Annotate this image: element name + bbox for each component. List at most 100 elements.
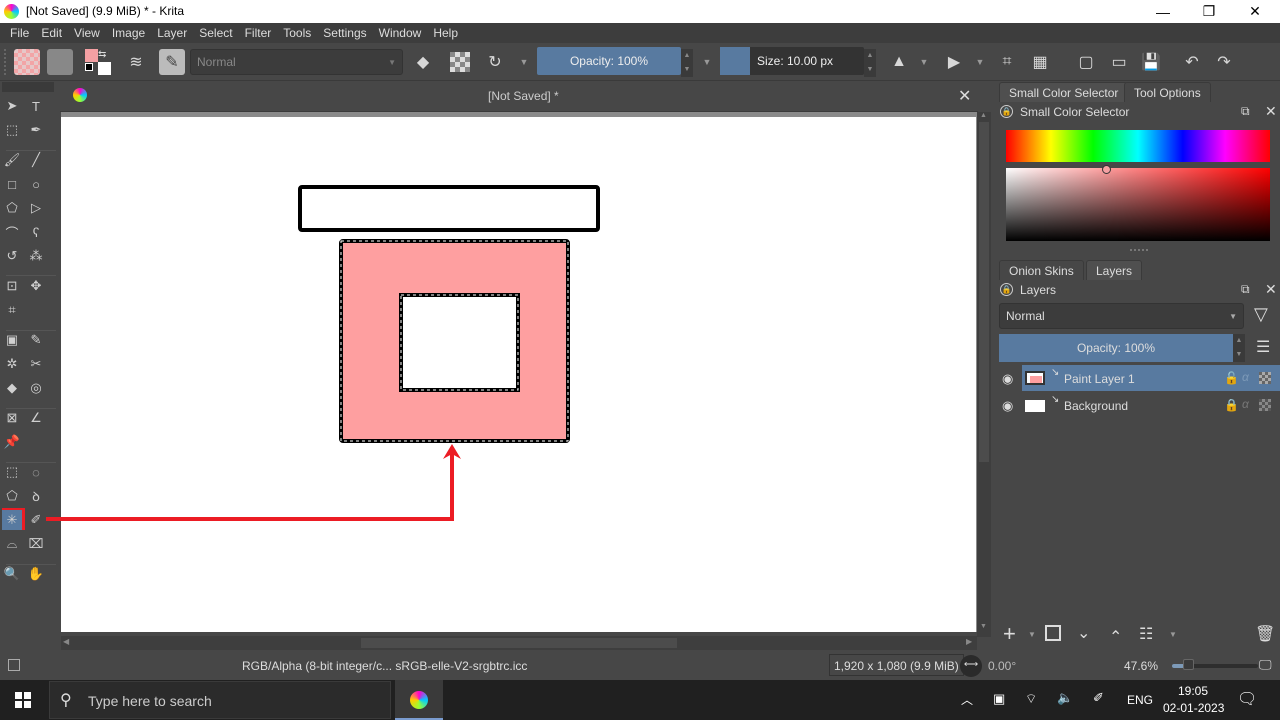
menu-edit[interactable]: Edit bbox=[35, 26, 68, 40]
multibrush-tool[interactable]: ⁂ bbox=[26, 246, 46, 266]
image-dimensions[interactable]: 1,920 x 1,080 (9.9 MiB) bbox=[829, 654, 964, 676]
layer-filter-icon[interactable]: ▽ bbox=[1254, 304, 1268, 325]
lock-docker-icon[interactable]: 🔒 bbox=[1000, 283, 1013, 296]
enclose-fill-tool[interactable]: ◎ bbox=[26, 378, 46, 398]
opacity-slider[interactable]: Opacity: 100% bbox=[537, 47, 681, 75]
close-docker-icon[interactable]: ✕ bbox=[1265, 103, 1277, 120]
size-spin-buttons[interactable]: ▲ ▼ bbox=[864, 49, 876, 77]
move-tool[interactable]: ✥ bbox=[26, 276, 46, 296]
select-shapes-tool[interactable]: ➤ bbox=[2, 96, 22, 116]
minimize-button[interactable]: — bbox=[1140, 0, 1186, 23]
horizontal-scroll-thumb[interactable] bbox=[361, 638, 677, 648]
show-hidden-icons-chevron[interactable]: ︿ bbox=[961, 691, 973, 708]
lock-docker-icon[interactable]: 🔒 bbox=[1000, 105, 1013, 118]
brush-preset-icon[interactable]: ✎ bbox=[159, 49, 185, 75]
close-document-button[interactable]: ✕ bbox=[958, 86, 971, 106]
preserve-alpha-icon[interactable] bbox=[450, 52, 470, 72]
gradient-preset-button[interactable] bbox=[14, 49, 40, 75]
delete-layer-icon[interactable]: 🗑 bbox=[1255, 624, 1275, 644]
freehand-path-tool[interactable]: ʕ bbox=[26, 222, 46, 242]
fullscreen-canvas-icon[interactable]: 🖵 bbox=[1259, 657, 1272, 673]
contiguous-selection-tool[interactable]: ✳ bbox=[2, 510, 22, 530]
rectangular-selection-tool[interactable]: ⬚ bbox=[2, 462, 22, 482]
hue-slider[interactable] bbox=[1006, 130, 1270, 162]
duplicate-layer-icon[interactable] bbox=[1045, 625, 1061, 641]
open-document-icon[interactable]: ▭ bbox=[1107, 51, 1131, 73]
menu-file[interactable]: File bbox=[4, 26, 35, 40]
tab-onion-skins[interactable]: Onion Skins bbox=[999, 260, 1084, 280]
menu-view[interactable]: View bbox=[68, 26, 106, 40]
smart-patch-tool[interactable]: ✂ bbox=[26, 354, 46, 374]
close-docker-icon[interactable]: ✕ bbox=[1265, 281, 1277, 298]
reload-preset-icon[interactable]: ↻ bbox=[483, 51, 507, 73]
rotation-dial-icon[interactable]: ⟷ bbox=[960, 655, 982, 677]
eraser-icon[interactable]: ◆ bbox=[411, 51, 435, 73]
mirror-vertical-icon[interactable]: ▶ bbox=[942, 51, 966, 73]
edit-shapes-tool[interactable]: ⬚ bbox=[2, 120, 22, 140]
save-icon[interactable]: 💾 bbox=[1139, 51, 1163, 73]
network-wifi-icon[interactable]: ⌔ bbox=[1025, 691, 1037, 707]
pen-ink-icon[interactable]: ✐ bbox=[1093, 690, 1104, 706]
scroll-right-icon[interactable]: ▶ bbox=[966, 637, 972, 646]
bezier-curve-tool[interactable]: ⌒ bbox=[2, 222, 22, 242]
freehand-brush-tool[interactable]: 🖌 bbox=[2, 150, 22, 170]
inherit-alpha-icon[interactable] bbox=[1259, 372, 1271, 384]
layer-row[interactable]: ◉ ↘ Paint Layer 1 🔓 α bbox=[997, 365, 1280, 391]
dynamic-brush-tool[interactable]: ↺ bbox=[2, 246, 22, 266]
similar-color-selection-tool[interactable]: ✐ bbox=[26, 510, 46, 530]
scroll-left-icon[interactable]: ◀ bbox=[63, 637, 69, 646]
taskbar-krita-app[interactable] bbox=[395, 680, 443, 720]
text-tool[interactable]: T bbox=[26, 96, 46, 116]
chevron-down-icon[interactable]: ▼ bbox=[968, 51, 992, 73]
tab-small-color-selector[interactable]: Small Color Selector bbox=[999, 82, 1129, 102]
measure-tool[interactable]: ∠ bbox=[26, 408, 46, 428]
docker-splitter[interactable] bbox=[1130, 249, 1148, 251]
meet-now-icon[interactable]: ▣ bbox=[993, 691, 1005, 707]
polyline-tool[interactable]: ▷ bbox=[26, 198, 46, 218]
wrap-around-icon[interactable]: ⌗ bbox=[995, 51, 1019, 73]
notifications-icon[interactable]: 🗨 bbox=[1237, 689, 1257, 709]
canvas[interactable] bbox=[61, 117, 976, 632]
inherit-alpha-icon[interactable] bbox=[1259, 399, 1271, 411]
assistant-tool[interactable]: ⊠ bbox=[2, 408, 22, 428]
polygonal-selection-tool[interactable]: ⬠ bbox=[2, 486, 22, 506]
float-docker-icon[interactable]: ⧉ bbox=[1241, 104, 1250, 119]
menu-settings[interactable]: Settings bbox=[317, 26, 372, 40]
gradient-tool[interactable]: ▣ bbox=[2, 330, 22, 350]
zoom-slider-handle[interactable] bbox=[1183, 659, 1194, 670]
size-slider[interactable]: Size: 10.00 px bbox=[720, 47, 864, 75]
polygon-tool[interactable]: ⬠ bbox=[2, 198, 22, 218]
undo-icon[interactable]: ↶ bbox=[1180, 51, 1204, 73]
line-tool[interactable]: ╱ bbox=[26, 150, 46, 170]
menu-filter[interactable]: Filter bbox=[239, 26, 278, 40]
layer-properties-icon[interactable]: ☷ bbox=[1139, 624, 1153, 644]
lock-layer-icon[interactable]: 🔓 bbox=[1224, 371, 1239, 385]
new-document-icon[interactable]: ▢ bbox=[1074, 51, 1098, 73]
tab-layers[interactable]: Layers bbox=[1086, 260, 1143, 280]
redo-icon[interactable]: ↷ bbox=[1212, 51, 1236, 73]
zoom-tool[interactable]: 🔍 bbox=[2, 564, 22, 584]
chevron-down-icon[interactable]: ▼ bbox=[1169, 630, 1177, 639]
brush-editor-icon[interactable]: ≋ bbox=[124, 51, 148, 73]
menu-select[interactable]: Select bbox=[193, 26, 238, 40]
blend-mode-select[interactable]: Normal ▼ bbox=[190, 49, 403, 75]
toolbar-handle[interactable] bbox=[4, 49, 8, 75]
language-indicator[interactable]: ENG bbox=[1127, 693, 1153, 707]
add-layer-icon[interactable]: + bbox=[1003, 621, 1016, 647]
colorize-mask-tool[interactable]: ✲ bbox=[2, 354, 22, 374]
close-window-button[interactable]: ✕ bbox=[1232, 0, 1278, 23]
selection-display-icon[interactable] bbox=[8, 659, 20, 671]
move-layer-down-icon[interactable]: ⌄ bbox=[1077, 623, 1090, 643]
vertical-scroll-thumb[interactable] bbox=[979, 122, 989, 462]
volume-icon[interactable]: 🔈 bbox=[1057, 690, 1073, 706]
float-docker-icon[interactable]: ⧉ bbox=[1241, 282, 1250, 297]
pan-tool[interactable]: ✋ bbox=[26, 564, 46, 584]
menu-help[interactable]: Help bbox=[427, 26, 464, 40]
color-picker-handle[interactable] bbox=[1102, 165, 1111, 174]
chevron-down-icon[interactable]: ▼ bbox=[912, 51, 936, 73]
layer-menu-icon[interactable]: ☰ bbox=[1256, 337, 1270, 357]
opacity-spin-buttons[interactable]: ▲ ▼ bbox=[681, 49, 693, 77]
scroll-down-icon[interactable]: ▼ bbox=[980, 623, 987, 630]
menu-layer[interactable]: Layer bbox=[151, 26, 193, 40]
pattern-preset-button[interactable] bbox=[47, 49, 73, 75]
